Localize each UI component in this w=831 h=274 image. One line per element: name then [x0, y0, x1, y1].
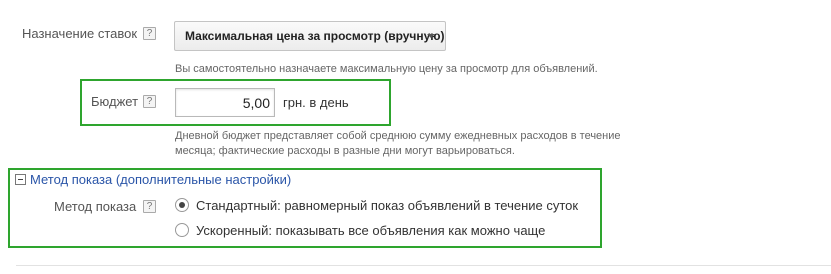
section-divider	[16, 265, 831, 266]
delivery-accelerated-radio[interactable]	[175, 223, 189, 237]
delivery-section-title[interactable]: Метод показа (дополнительные настройки)	[30, 172, 291, 187]
delivery-standard-radio[interactable]	[175, 198, 189, 212]
bidding-hint: Вы самостоятельно назначаете максимальну…	[175, 63, 598, 75]
delivery-help-icon[interactable]: ?	[143, 200, 156, 213]
delivery-standard-label[interactable]: Стандартный: равномерный показ объявлени…	[196, 198, 578, 213]
budget-hint-line1: Дневной бюджет представляет собой средню…	[175, 130, 621, 142]
delivery-accelerated-label[interactable]: Ускоренный: показывать все объявления ка…	[196, 223, 545, 238]
bidding-strategy-label: Максимальная цена за просмотр (вручную)	[185, 29, 445, 43]
budget-hint-line2: месяца; фактические расходы в разные дни…	[175, 145, 515, 157]
budget-label: Бюджет	[91, 94, 139, 109]
budget-help-icon[interactable]: ?	[143, 95, 156, 108]
bidding-label: Назначение ставок	[22, 26, 138, 41]
collapse-icon[interactable]	[15, 174, 26, 185]
bidding-help-icon[interactable]: ?	[143, 27, 156, 40]
budget-unit: грн. в день	[283, 95, 349, 110]
budget-input[interactable]	[175, 88, 275, 117]
delivery-label: Метод показа	[54, 199, 137, 214]
chevron-down-icon	[427, 34, 435, 38]
bidding-strategy-dropdown[interactable]: Максимальная цена за просмотр (вручную)	[174, 21, 446, 51]
